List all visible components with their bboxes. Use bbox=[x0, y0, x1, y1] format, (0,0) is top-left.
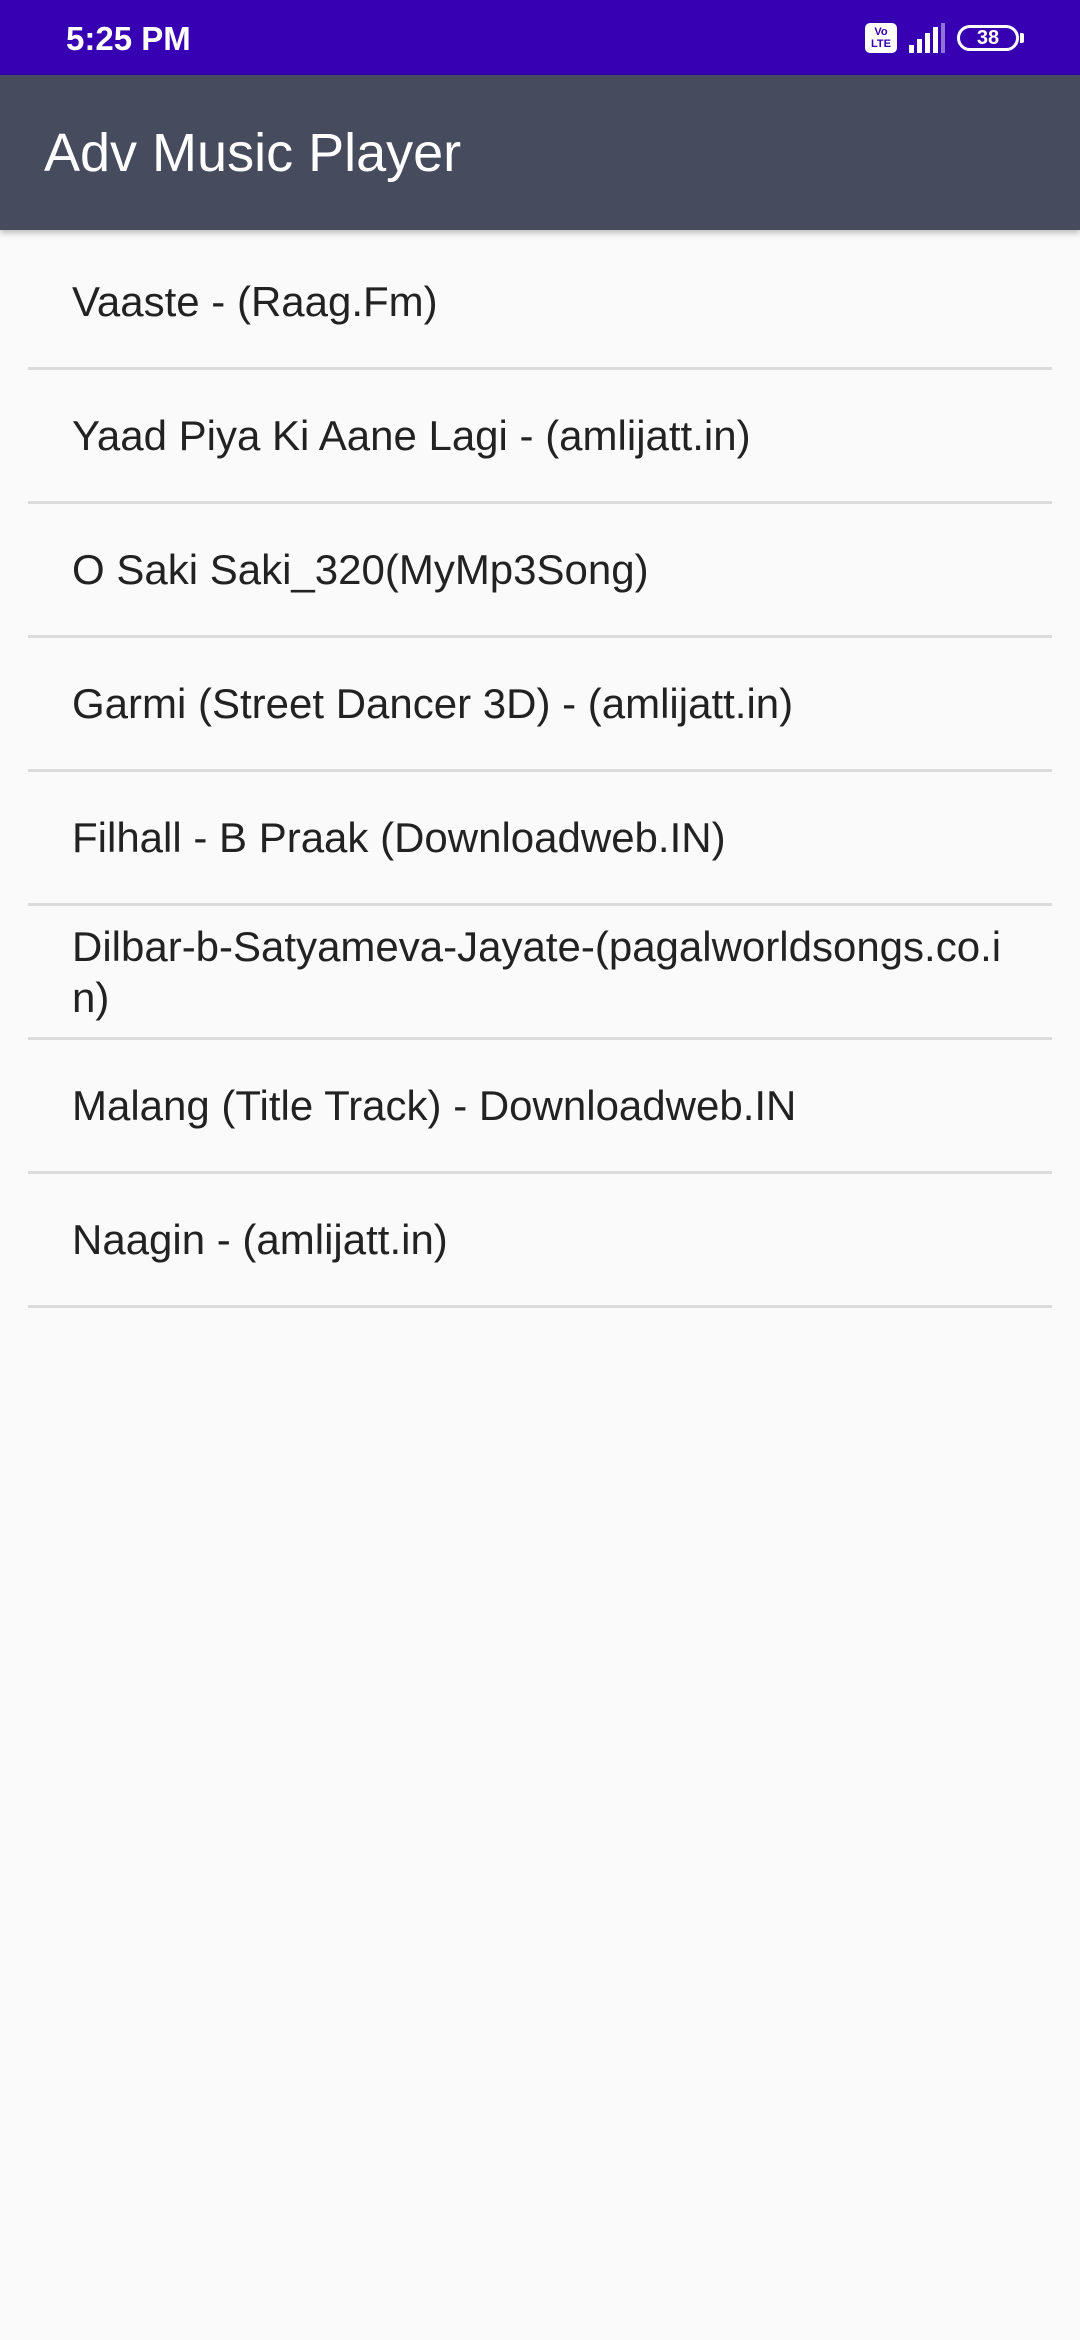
song-title: Vaaste - (Raag.Fm) bbox=[72, 278, 438, 325]
volte-icon: Vo LTE bbox=[865, 23, 897, 53]
volte-label-top: Vo bbox=[874, 26, 888, 38]
status-bar: 5:25 PM Vo LTE 38 bbox=[0, 0, 1080, 75]
song-title: Naagin - (amlijatt.in) bbox=[72, 1216, 448, 1263]
song-title: Filhall - B Praak (Downloadweb.IN) bbox=[72, 814, 726, 861]
song-item[interactable]: Naagin - (amlijatt.in) bbox=[28, 1174, 1052, 1308]
song-item[interactable]: Garmi (Street Dancer 3D) - (amlijatt.in) bbox=[28, 638, 1052, 772]
song-title: Malang (Title Track) - Downloadweb.IN bbox=[72, 1082, 797, 1129]
status-time: 5:25 PM bbox=[66, 20, 191, 57]
song-item[interactable]: Filhall - B Praak (Downloadweb.IN) bbox=[28, 772, 1052, 906]
song-item[interactable]: Vaaste - (Raag.Fm) bbox=[28, 236, 1052, 370]
song-list: Vaaste - (Raag.Fm) Yaad Piya Ki Aane Lag… bbox=[28, 236, 1052, 1308]
song-item[interactable]: Malang (Title Track) - Downloadweb.IN bbox=[28, 1040, 1052, 1174]
song-item[interactable]: O Saki Saki_320(MyMp3Song) bbox=[28, 504, 1052, 638]
song-title: O Saki Saki_320(MyMp3Song) bbox=[72, 546, 649, 593]
song-title: Garmi (Street Dancer 3D) - (amlijatt.in) bbox=[72, 680, 794, 727]
song-item[interactable]: Dilbar-b-Satyameva-Jayate-(pagalworldson… bbox=[28, 906, 1052, 1040]
battery-tip bbox=[1020, 33, 1024, 43]
signal-icon bbox=[909, 23, 945, 53]
battery-level: 38 bbox=[976, 27, 1000, 49]
song-title: Dilbar-b-Satyameva-Jayate-(pagalworldson… bbox=[72, 922, 1002, 1021]
song-title: Yaad Piya Ki Aane Lagi - (amlijatt.in) bbox=[72, 412, 751, 459]
app-bar: Adv Music Player bbox=[0, 75, 1080, 230]
battery-icon: 38 bbox=[957, 25, 1019, 51]
volte-label-bottom: LTE bbox=[871, 38, 891, 50]
status-icons: Vo LTE 38 bbox=[865, 20, 1024, 56]
song-item[interactable]: Yaad Piya Ki Aane Lagi - (amlijatt.in) bbox=[28, 370, 1052, 504]
app-title: Adv Music Player bbox=[44, 122, 462, 183]
